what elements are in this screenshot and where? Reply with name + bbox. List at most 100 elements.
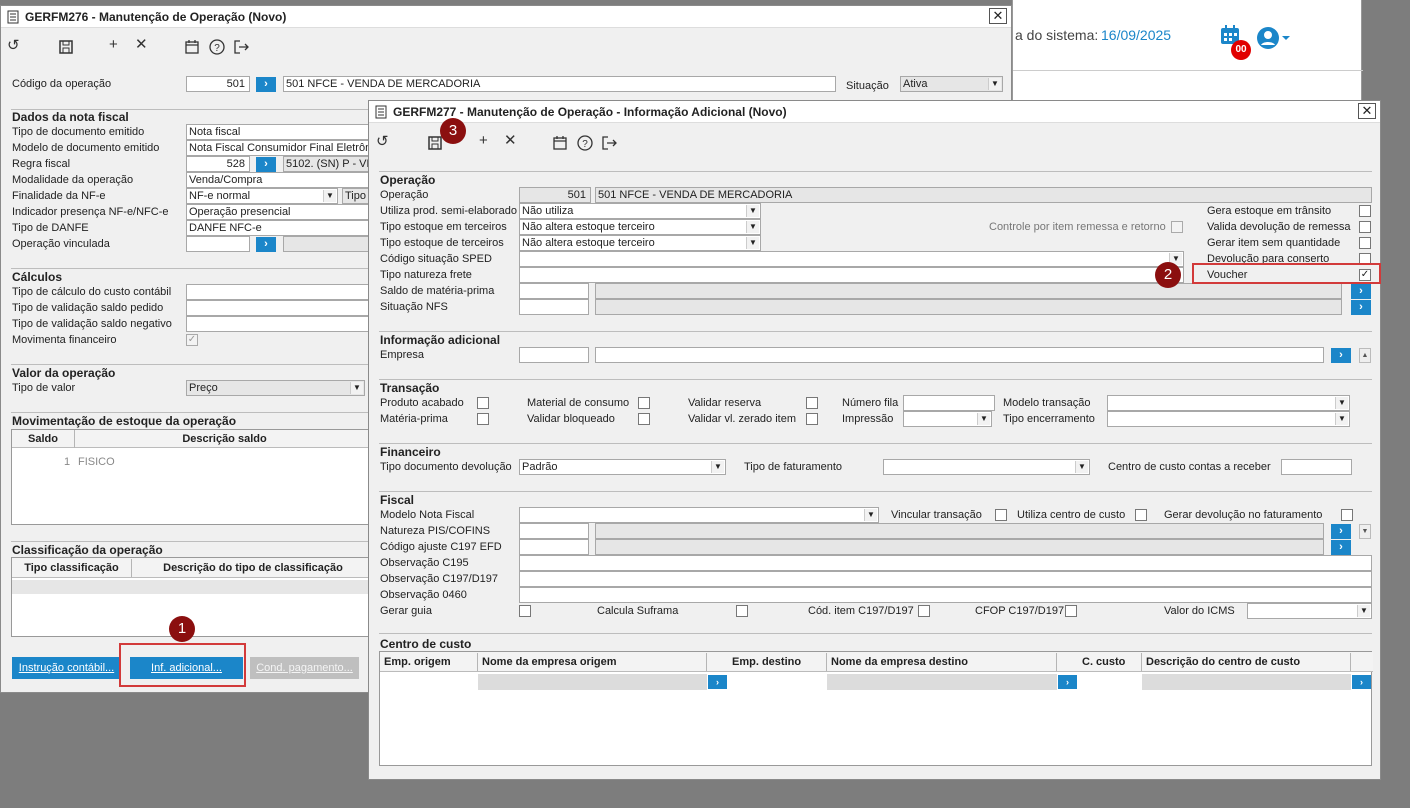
custo-field[interactable] bbox=[186, 284, 371, 300]
col-desc-centro[interactable]: Descrição do centro de custo bbox=[1142, 653, 1351, 671]
produto-acabado-checkbox[interactable] bbox=[477, 397, 489, 409]
nfs-field[interactable] bbox=[519, 299, 589, 315]
gerar-guia-checkbox[interactable] bbox=[519, 605, 531, 617]
tipo-valor-select[interactable]: Preço ▼ bbox=[186, 380, 365, 396]
exit-icon[interactable] bbox=[233, 39, 249, 55]
tipo-doc-dev-select[interactable]: Padrão ▼ bbox=[519, 459, 726, 475]
exit-icon[interactable] bbox=[601, 135, 617, 151]
validar-zerado-checkbox[interactable] bbox=[806, 413, 818, 425]
gerar-devolucao-checkbox[interactable] bbox=[1341, 509, 1353, 521]
tipo-doc-field[interactable]: Nota fiscal bbox=[186, 124, 371, 140]
indicador-field[interactable]: Operação presencial bbox=[186, 204, 371, 220]
saldo-mp-field[interactable] bbox=[519, 283, 589, 299]
regra-go-button[interactable]: › bbox=[256, 157, 276, 172]
col-emp-origem[interactable]: Emp. origem bbox=[380, 653, 478, 671]
valida-devolucao-checkbox[interactable] bbox=[1359, 221, 1371, 233]
cod-item-checkbox[interactable] bbox=[918, 605, 930, 617]
finalidade-select[interactable]: NF-e normal ▼ bbox=[186, 188, 338, 204]
cfop-checkbox[interactable] bbox=[1065, 605, 1077, 617]
nfs-go-button[interactable]: › bbox=[1351, 300, 1371, 315]
help-icon[interactable]: ? bbox=[209, 39, 225, 55]
obs-c197-field[interactable] bbox=[519, 571, 1372, 587]
instrucao-contabil-button[interactable]: Instrução contábil... bbox=[12, 657, 121, 679]
validar-reserva-checkbox[interactable] bbox=[806, 397, 818, 409]
obs-c195-field[interactable] bbox=[519, 555, 1372, 571]
natureza-go-button[interactable]: › bbox=[1331, 524, 1351, 539]
col-tipo-class[interactable]: Tipo classificação bbox=[12, 559, 132, 577]
table-row[interactable]: › › › bbox=[380, 674, 1373, 690]
ajuste-field[interactable] bbox=[519, 539, 589, 555]
undo-icon[interactable]: ↺ bbox=[376, 133, 389, 151]
window2-close-button[interactable]: ✕ bbox=[1358, 103, 1376, 119]
modalidade-field[interactable]: Venda/Compra bbox=[186, 172, 371, 188]
mov-fin-checkbox[interactable]: ✓ bbox=[186, 334, 198, 346]
saldo-mp-go-button[interactable]: › bbox=[1351, 284, 1371, 299]
tipo-encerramento-select[interactable]: ▼ bbox=[1107, 411, 1350, 427]
delete-icon[interactable]: ✕ bbox=[504, 132, 517, 150]
est-terc-select[interactable]: Não altera estoque terceiro ▼ bbox=[519, 219, 761, 235]
utiliza-centro-checkbox[interactable] bbox=[1135, 509, 1147, 521]
vincular-transacao-checkbox[interactable] bbox=[995, 509, 1007, 521]
col-desc-saldo[interactable]: Descrição saldo bbox=[75, 430, 374, 448]
scroll-down-icon[interactable]: ▼ bbox=[1359, 524, 1371, 539]
situacao-select[interactable]: Ativa ▼ bbox=[900, 76, 1003, 92]
vinculada-go-button[interactable]: › bbox=[256, 237, 276, 252]
centro-receber-field[interactable] bbox=[1281, 459, 1352, 475]
tipo-fat-select[interactable]: ▼ bbox=[883, 459, 1090, 475]
col-nome-origem[interactable]: Nome da empresa origem bbox=[478, 653, 707, 671]
calcula-suframa-checkbox[interactable] bbox=[736, 605, 748, 617]
table-row[interactable]: 1 FISICO bbox=[12, 454, 374, 470]
valid-neg-field[interactable] bbox=[186, 316, 371, 332]
codigo-field[interactable]: 501 bbox=[186, 76, 250, 92]
add-icon[interactable]: + bbox=[479, 132, 488, 150]
danfe-field[interactable]: DANFE NFC-e bbox=[186, 220, 371, 236]
calendar-icon[interactable] bbox=[553, 136, 567, 150]
undo-icon[interactable]: ↺ bbox=[7, 37, 20, 55]
sped-select[interactable]: ▼ bbox=[519, 251, 1184, 267]
delete-icon[interactable]: ✕ bbox=[135, 36, 148, 54]
validar-bloqueado-checkbox[interactable] bbox=[638, 413, 650, 425]
ajuste-go-button[interactable]: › bbox=[1331, 540, 1351, 555]
valid-pedido-field[interactable] bbox=[186, 300, 371, 316]
impressao-select[interactable]: ▼ bbox=[903, 411, 992, 427]
window1-close-button[interactable]: ✕ bbox=[989, 8, 1007, 24]
modelo-nf-select[interactable]: ▼ bbox=[519, 507, 879, 523]
col-c-custo[interactable]: C. custo bbox=[1078, 653, 1142, 671]
descricao-field[interactable]: 501 NFCE - VENDA DE MERCADORIA bbox=[283, 76, 836, 92]
vinculada-field[interactable] bbox=[186, 236, 250, 252]
col-emp-destino[interactable]: Emp. destino bbox=[728, 653, 827, 671]
col-nome-destino[interactable]: Nome da empresa destino bbox=[827, 653, 1057, 671]
natureza-field[interactable] bbox=[519, 523, 589, 539]
add-icon[interactable]: + bbox=[109, 36, 118, 54]
frete-field[interactable] bbox=[519, 267, 1184, 283]
calendar-icon[interactable] bbox=[185, 40, 199, 54]
emp-origem-go-button[interactable]: › bbox=[708, 675, 727, 689]
save-icon[interactable] bbox=[428, 136, 442, 150]
emp-destino-go-button[interactable]: › bbox=[1058, 675, 1077, 689]
centro-custo-go-button[interactable]: › bbox=[1352, 675, 1371, 689]
empresa-go-button[interactable]: › bbox=[1331, 348, 1351, 363]
scroll-up-icon[interactable]: ▲ bbox=[1359, 348, 1371, 363]
obs-0460-field[interactable] bbox=[519, 587, 1372, 603]
save-icon[interactable] bbox=[59, 40, 73, 54]
modelo-field[interactable]: Nota Fiscal Consumidor Final Eletrônica bbox=[186, 140, 371, 156]
gerar-item-checkbox[interactable] bbox=[1359, 237, 1371, 249]
tipo-field[interactable]: Tipo bbox=[342, 188, 371, 204]
valor-icms-select[interactable]: ▼ bbox=[1247, 603, 1372, 619]
numero-fila-field[interactable] bbox=[903, 395, 995, 411]
cond-pagamento-button[interactable]: Cond. pagamento... bbox=[250, 657, 359, 679]
empresa-field[interactable] bbox=[519, 347, 589, 363]
help-icon[interactable]: ? bbox=[577, 135, 593, 151]
codigo-go-button[interactable]: › bbox=[256, 77, 276, 92]
semi-select[interactable]: Não utiliza ▼ bbox=[519, 203, 761, 219]
regra-field[interactable]: 528 bbox=[186, 156, 250, 172]
material-consumo-checkbox[interactable] bbox=[638, 397, 650, 409]
user-avatar-icon[interactable] bbox=[1256, 26, 1292, 50]
materia-prima-checkbox[interactable] bbox=[477, 413, 489, 425]
modelo-transacao-select[interactable]: ▼ bbox=[1107, 395, 1350, 411]
gera-estoque-checkbox[interactable] bbox=[1359, 205, 1371, 217]
est-de-terc-select[interactable]: Não altera estoque terceiro ▼ bbox=[519, 235, 761, 251]
col-saldo[interactable]: Saldo bbox=[12, 430, 75, 448]
controle-checkbox[interactable] bbox=[1171, 221, 1183, 233]
col-desc-class[interactable]: Descrição do tipo de classificação bbox=[132, 559, 374, 577]
